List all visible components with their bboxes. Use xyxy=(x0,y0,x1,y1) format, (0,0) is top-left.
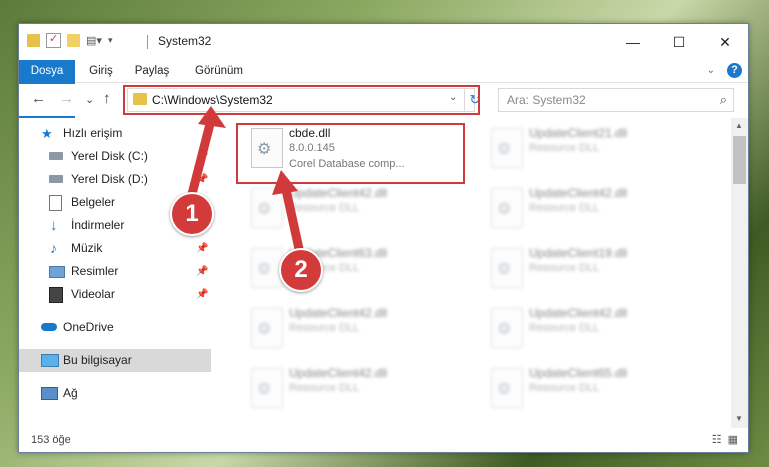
arrowhead-1 xyxy=(198,106,226,128)
step-badge-2: 2 xyxy=(279,248,323,292)
arrow-1 xyxy=(185,118,216,204)
arrowhead-2 xyxy=(272,170,298,195)
annotation-arrows xyxy=(185,106,306,259)
step-badge-1: 1 xyxy=(170,192,214,236)
